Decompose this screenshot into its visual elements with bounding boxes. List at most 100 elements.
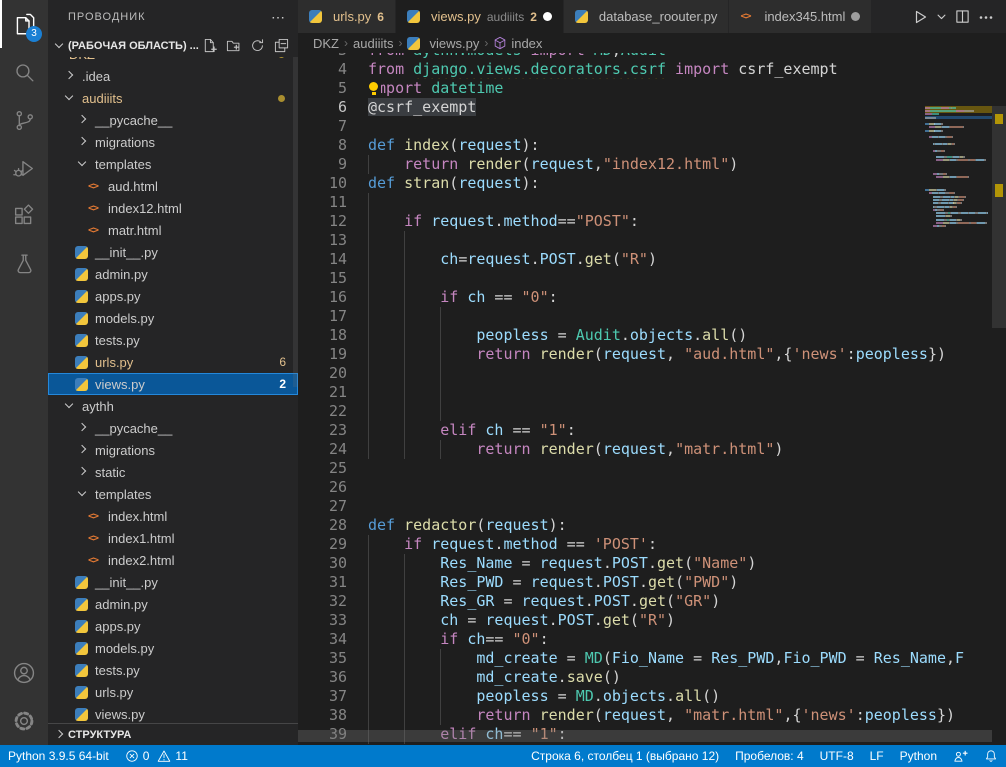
line-content[interactable]: if ch == "0":	[368, 288, 1006, 307]
line-number[interactable]: 7	[298, 117, 368, 136]
lightbulb-icon[interactable]	[368, 81, 381, 96]
breadcrumb-item-index[interactable]: index	[493, 36, 542, 51]
tree-item-views.py[interactable]: views.py2	[48, 373, 298, 395]
tab-database_roouter.py[interactable]: database_roouter.py	[564, 0, 730, 33]
status-problems[interactable]: 011	[117, 745, 196, 767]
code-line-3[interactable]: 3from aythh.models import MD,Audit	[298, 53, 1006, 60]
code-line-28[interactable]: 28def redactor(request):	[298, 516, 1006, 535]
line-content[interactable]: ch = request.POST.get("R")	[368, 611, 1006, 630]
line-number[interactable]: 19	[298, 345, 368, 364]
tree-item-__init__.py[interactable]: __init__.py	[48, 571, 298, 593]
code-line-9[interactable]: 9 return render(request,"index12.html")	[298, 155, 1006, 174]
line-number[interactable]: 12	[298, 212, 368, 231]
code-line-32[interactable]: 32 Res_GR = request.POST.get("GR")	[298, 592, 1006, 611]
code-line-21[interactable]: 21	[298, 383, 1006, 402]
code-line-27[interactable]: 27	[298, 497, 1006, 516]
breadcrumb-item-views.py[interactable]: views.py	[407, 35, 479, 51]
tree-item-migrations[interactable]: migrations	[48, 439, 298, 461]
vertical-scrollbar[interactable]	[992, 106, 1006, 328]
sidebar-scrollbar[interactable]	[293, 57, 298, 387]
code-line-10[interactable]: 10def stran(request):	[298, 174, 1006, 193]
dirty-indicator-icon[interactable]	[851, 12, 860, 21]
dirty-indicator-icon[interactable]	[543, 12, 552, 21]
minimap[interactable]	[925, 106, 992, 266]
line-content[interactable]: peopless = MD.objects.all()	[368, 687, 1006, 706]
outline-section-header[interactable]: СТРУКТУРА	[48, 723, 298, 745]
tree-item-audiiits[interactable]: audiiits	[48, 87, 298, 109]
tree-item-index2.html[interactable]: <>index2.html	[48, 549, 298, 571]
line-content[interactable]: md_create = MD(Fio_Name = Res_PWD,Fio_PW…	[368, 649, 1006, 668]
run-button[interactable]	[910, 7, 930, 27]
tree-item-__pycache__[interactable]: __pycache__	[48, 109, 298, 131]
line-number[interactable]: 32	[298, 592, 368, 611]
code-line-7[interactable]: 7	[298, 117, 1006, 136]
line-number[interactable]: 27	[298, 497, 368, 516]
code-line-29[interactable]: 29 if request.method == 'POST':	[298, 535, 1006, 554]
line-number[interactable]: 28	[298, 516, 368, 535]
line-number[interactable]: 24	[298, 440, 368, 459]
code-line-30[interactable]: 30 Res_Name = request.POST.get("Name")	[298, 554, 1006, 573]
status-cursor-position[interactable]: Строка 6, столбец 1 (выбрано 12)	[523, 745, 727, 767]
line-number[interactable]: 8	[298, 136, 368, 155]
line-number[interactable]: 22	[298, 402, 368, 421]
line-number[interactable]: 38	[298, 706, 368, 725]
tab-index345.html[interactable]: <>index345.html	[729, 0, 872, 33]
tree-item-matr.html[interactable]: <>matr.html	[48, 219, 298, 241]
tree-item-index12.html[interactable]: <>index12.html	[48, 197, 298, 219]
source-control-icon[interactable]	[0, 96, 48, 144]
line-number[interactable]: 11	[298, 193, 368, 212]
line-content[interactable]: from django.views.decorators.csrf import…	[368, 60, 1006, 79]
status-feedback-icon[interactable]	[945, 745, 976, 767]
line-content[interactable]: Res_Name = request.POST.get("Name")	[368, 554, 1006, 573]
line-number[interactable]: 15	[298, 269, 368, 288]
line-number[interactable]: 16	[298, 288, 368, 307]
code-line-16[interactable]: 16 if ch == "0":	[298, 288, 1006, 307]
line-content[interactable]	[368, 402, 1006, 421]
code-line-35[interactable]: 35 md_create = MD(Fio_Name = Res_PWD,Fio…	[298, 649, 1006, 668]
status-indentation[interactable]: Пробелов: 4	[727, 745, 812, 767]
breadcrumb-item-DKZ[interactable]: DKZ	[313, 36, 339, 51]
status-python-version[interactable]: Python 3.9.5 64-bit	[0, 745, 117, 767]
code-line-37[interactable]: 37 peopless = MD.objects.all()	[298, 687, 1006, 706]
tree-item-urls.py[interactable]: urls.py6	[48, 351, 298, 373]
tree-item-templates[interactable]: templates	[48, 483, 298, 505]
line-content[interactable]	[368, 117, 1006, 136]
line-number[interactable]: 20	[298, 364, 368, 383]
horizontal-scrollbar[interactable]	[298, 730, 992, 742]
code-line-4[interactable]: 4from django.views.decorators.csrf impor…	[298, 60, 1006, 79]
code-line-20[interactable]: 20	[298, 364, 1006, 383]
run-and-debug-icon[interactable]	[0, 144, 48, 192]
tree-item-migrations[interactable]: migrations	[48, 131, 298, 153]
code-line-33[interactable]: 33 ch = request.POST.get("R")	[298, 611, 1006, 630]
line-content[interactable]: from aythh.models import MD,Audit	[368, 53, 1006, 60]
new-file-button[interactable]	[202, 38, 218, 54]
line-number[interactable]: 3	[298, 53, 368, 60]
line-content[interactable]: peopless = Audit.objects.all()	[368, 326, 1006, 345]
line-content[interactable]	[368, 193, 1006, 212]
line-number[interactable]: 34	[298, 630, 368, 649]
line-content[interactable]: Res_GR = request.POST.get("GR")	[368, 592, 1006, 611]
code-line-14[interactable]: 14 ch=request.POST.get("R")	[298, 250, 1006, 269]
line-content[interactable]	[368, 231, 1006, 250]
code-line-23[interactable]: 23 elif ch == "1":	[298, 421, 1006, 440]
code-line-12[interactable]: 12 if request.method=="POST":	[298, 212, 1006, 231]
line-number[interactable]: 37	[298, 687, 368, 706]
line-content[interactable]: def redactor(request):	[368, 516, 1006, 535]
line-number[interactable]: 30	[298, 554, 368, 573]
tree-item-templates[interactable]: templates	[48, 153, 298, 175]
line-number[interactable]: 6	[298, 98, 368, 117]
breadcrumb-item-audiiits[interactable]: audiiits	[353, 36, 393, 51]
search-icon[interactable]	[0, 48, 48, 96]
line-number[interactable]: 17	[298, 307, 368, 326]
extensions-icon[interactable]	[0, 192, 48, 240]
tree-item-static[interactable]: static	[48, 461, 298, 483]
line-content[interactable]: @csrf_exempt	[368, 98, 1006, 117]
code-line-19[interactable]: 19 return render(request, "aud.html",{'n…	[298, 345, 1006, 364]
code-line-38[interactable]: 38 return render(request, "matr.html",{'…	[298, 706, 1006, 725]
line-content[interactable]: return render(request,"index12.html")	[368, 155, 1006, 174]
line-number[interactable]: 18	[298, 326, 368, 345]
line-content[interactable]	[368, 478, 1006, 497]
tree-item-apps.py[interactable]: apps.py	[48, 285, 298, 307]
line-number[interactable]: 29	[298, 535, 368, 554]
tree-item-__init__.py[interactable]: __init__.py	[48, 241, 298, 263]
